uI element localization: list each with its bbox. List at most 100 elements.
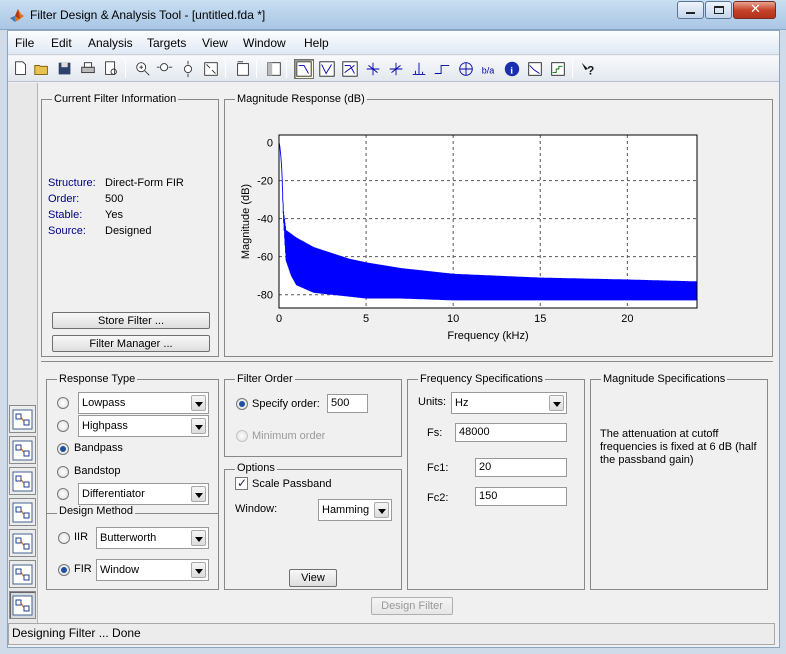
response-differentiator-radio[interactable] bbox=[57, 488, 69, 500]
design-method-title: Design Method bbox=[57, 505, 135, 517]
filter-info-value: 500 bbox=[105, 193, 124, 205]
matlab-app-icon bbox=[9, 7, 25, 23]
menu-help[interactable]: Help bbox=[304, 36, 329, 50]
specify-order-label: Specify order: bbox=[252, 398, 320, 410]
toolbar-separator bbox=[286, 60, 287, 78]
close-button[interactable]: ✕ bbox=[733, 1, 776, 19]
pole-zero-icon[interactable] bbox=[456, 59, 476, 79]
design-filter-button[interactable]: Design Filter bbox=[371, 597, 453, 615]
magnitude-response-icon[interactable] bbox=[294, 59, 314, 79]
view-button[interactable]: View bbox=[289, 569, 337, 587]
fc1-label: Fc1: bbox=[427, 462, 449, 474]
zoom-y-icon[interactable] bbox=[178, 59, 198, 79]
noise-psd-icon[interactable] bbox=[548, 59, 568, 79]
fir-label: FIR bbox=[74, 563, 92, 575]
x-tick-label: 15 bbox=[534, 313, 546, 325]
response-highpass-radio[interactable] bbox=[57, 420, 69, 432]
menu-targets[interactable]: Targets bbox=[147, 36, 186, 50]
iir-type-dropdown[interactable]: Butterworth bbox=[96, 527, 209, 549]
divider bbox=[41, 361, 773, 362]
minimum-order-radio[interactable] bbox=[236, 430, 248, 442]
response-bandpass-radio[interactable] bbox=[57, 443, 69, 455]
zoom-x-icon[interactable] bbox=[155, 59, 175, 79]
filter-info-label: Structure: bbox=[48, 177, 96, 189]
current-filter-title: Current Filter Information bbox=[52, 93, 179, 105]
step-response-icon[interactable] bbox=[432, 59, 452, 79]
menu-window[interactable]: Window bbox=[243, 36, 286, 50]
quantize-icon[interactable] bbox=[9, 436, 36, 464]
full-view-icon[interactable] bbox=[201, 59, 221, 79]
window-dropdown[interactable]: Hamming bbox=[318, 499, 392, 521]
pole-zero-editor-icon[interactable] bbox=[9, 498, 36, 526]
multirate-icon[interactable] bbox=[9, 529, 36, 557]
zoom-in-icon[interactable] bbox=[133, 59, 153, 79]
options-title: Options bbox=[235, 462, 277, 474]
menu-view[interactable]: View bbox=[202, 36, 228, 50]
response-differentiator-dropdown[interactable]: Differentiator bbox=[78, 483, 209, 505]
whats-this-icon[interactable]: ? bbox=[578, 59, 598, 79]
filter-order-panel bbox=[224, 379, 402, 457]
magnitude-specs-text: The attenuation at cutoff frequencies is… bbox=[600, 428, 757, 466]
units-dropdown[interactable]: Hz bbox=[451, 392, 567, 414]
filter-order-title: Filter Order bbox=[235, 373, 295, 385]
response-bandstop-radio[interactable] bbox=[57, 466, 69, 478]
svg-text:i: i bbox=[510, 66, 513, 77]
print-preview-icon[interactable] bbox=[101, 59, 121, 79]
new-icon[interactable] bbox=[11, 59, 31, 79]
fir-type-value: Window bbox=[100, 564, 140, 576]
filter-info-icon[interactable]: i bbox=[502, 59, 522, 79]
menu-analysis[interactable]: Analysis bbox=[88, 36, 133, 50]
minimize-button[interactable] bbox=[677, 1, 704, 19]
menu-edit[interactable]: Edit bbox=[51, 36, 72, 50]
magnitude-phase-icon[interactable] bbox=[340, 59, 360, 79]
y-axis-label: Magnitude (dB) bbox=[240, 184, 252, 259]
y-tick-label: -20 bbox=[257, 176, 273, 188]
import-filter-icon[interactable] bbox=[9, 467, 36, 495]
filter-info-label: Order: bbox=[48, 193, 80, 205]
store-filter-button[interactable]: Store Filter ... bbox=[52, 312, 210, 329]
filter-coefficients-icon[interactable]: b/a bbox=[479, 59, 499, 79]
menu-file[interactable]: File bbox=[15, 36, 34, 50]
units-value: Hz bbox=[455, 397, 469, 409]
fs-input[interactable]: 48000 bbox=[455, 423, 567, 442]
open-icon[interactable] bbox=[32, 59, 52, 79]
magnitude-response-chart[interactable]: 0 5 10 15 20 0 -20 -40 -60 -80 Frequency (kHz) Magn… bbox=[224, 104, 772, 356]
magnitude-specs-panel bbox=[590, 379, 768, 590]
realize-model-icon[interactable] bbox=[9, 560, 36, 588]
fc2-label: Fc2: bbox=[427, 492, 449, 504]
phase-delay-icon[interactable] bbox=[386, 59, 406, 79]
new-figure-icon[interactable] bbox=[233, 59, 253, 79]
group-delay-icon[interactable] bbox=[363, 59, 383, 79]
chevron-down-icon bbox=[191, 562, 206, 578]
specify-order-radio[interactable] bbox=[236, 398, 248, 410]
convert-structure-icon[interactable] bbox=[9, 405, 36, 433]
design-filter-icon[interactable] bbox=[9, 591, 36, 619]
fc1-input[interactable]: 20 bbox=[475, 458, 567, 477]
order-input[interactable]: 500 bbox=[327, 394, 368, 413]
window-label: Window: bbox=[235, 503, 278, 515]
filter-manager-button[interactable]: Filter Manager ... bbox=[52, 335, 210, 352]
scale-passband-checkbox[interactable] bbox=[235, 476, 248, 490]
y-tick-label: -60 bbox=[257, 252, 273, 264]
response-type-value: Lowpass bbox=[82, 397, 126, 409]
impulse-response-icon[interactable] bbox=[409, 59, 429, 79]
response-highpass-dropdown[interactable]: Highpass bbox=[78, 415, 209, 437]
response-lowpass-radio[interactable] bbox=[57, 397, 69, 409]
maximize-button[interactable] bbox=[705, 1, 732, 19]
iir-radio[interactable] bbox=[58, 532, 70, 544]
magnitude-estimate-icon[interactable] bbox=[525, 59, 545, 79]
fc2-input[interactable]: 150 bbox=[475, 487, 567, 506]
fir-type-dropdown[interactable]: Window bbox=[96, 559, 209, 581]
chevron-down-icon bbox=[549, 395, 564, 411]
save-icon[interactable] bbox=[55, 59, 75, 79]
y-tick-label: -80 bbox=[257, 290, 273, 302]
sidebar-toggle-icon[interactable] bbox=[264, 59, 284, 79]
phase-response-icon[interactable] bbox=[317, 59, 337, 79]
x-tick-label: 20 bbox=[621, 313, 633, 325]
response-type-title: Response Type bbox=[57, 373, 138, 385]
print-icon[interactable] bbox=[78, 59, 98, 79]
response-lowpass-dropdown[interactable]: Lowpass bbox=[78, 392, 209, 414]
fs-label: Fs: bbox=[427, 427, 443, 439]
chevron-down-icon bbox=[374, 502, 389, 518]
fir-radio[interactable] bbox=[58, 564, 70, 576]
